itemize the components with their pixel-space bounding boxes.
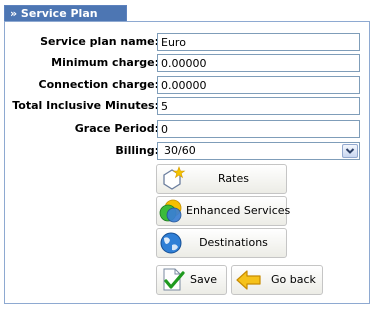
grace-period-row: Grace Period: <box>5 120 371 138</box>
service-plan-name-label: Service plan name: <box>40 35 159 48</box>
total-inclusive-minutes-input[interactable] <box>157 97 360 115</box>
go-back-button[interactable]: Go back <box>231 265 323 295</box>
connection-charge-row: Connection charge: <box>5 76 371 94</box>
billing-row: Billing: 30/60 <box>5 142 371 160</box>
total-inclusive-minutes-label: Total Inclusive Minutes: <box>12 99 159 112</box>
arrow-left-icon <box>236 270 261 290</box>
go-back-button-label: Go back <box>271 273 316 286</box>
billing-select[interactable]: 30/60 <box>157 142 360 160</box>
service-plan-name-input[interactable] <box>157 33 360 51</box>
save-button-label: Save <box>190 273 218 286</box>
grace-period-label: Grace Period: <box>74 122 159 135</box>
destinations-button-label: Destinations <box>199 236 268 249</box>
chevron-down-icon <box>345 148 355 154</box>
billing-selected-value: 30/60 <box>164 144 196 157</box>
minimum-charge-row: Minimum charge: <box>5 54 371 72</box>
service-plan-tab[interactable]: » Service Plan <box>4 5 127 21</box>
save-button[interactable]: Save <box>156 265 227 295</box>
enhanced-services-icon <box>159 199 182 223</box>
connection-charge-input[interactable] <box>157 76 360 94</box>
service-plan-name-row: Service plan name: <box>5 33 371 51</box>
enhanced-services-button[interactable]: Enhanced Services <box>156 196 291 226</box>
minimum-charge-label: Minimum charge: <box>51 56 159 69</box>
enhanced-services-button-label: Enhanced Services <box>186 204 291 217</box>
service-plan-panel: Service plan name: Minimum charge: Conne… <box>4 21 370 304</box>
destinations-button[interactable]: Destinations <box>156 228 287 258</box>
billing-label: Billing: <box>115 144 159 157</box>
minimum-charge-input[interactable] <box>157 54 360 72</box>
save-icon <box>163 268 185 291</box>
total-inclusive-minutes-row: Total Inclusive Minutes: <box>5 97 371 115</box>
connection-charge-label: Connection charge: <box>38 78 159 91</box>
billing-dropdown-button[interactable] <box>342 144 358 158</box>
grace-period-input[interactable] <box>157 120 360 138</box>
rates-button-label: Rates <box>218 172 249 185</box>
rates-button[interactable]: Rates <box>156 164 287 194</box>
tab-title: » Service Plan <box>10 7 98 20</box>
